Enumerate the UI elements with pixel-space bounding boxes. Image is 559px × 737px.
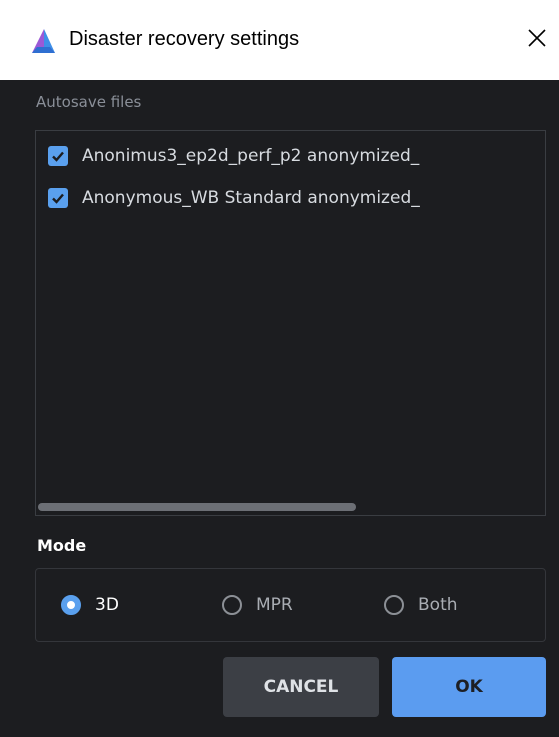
checkmark-icon bbox=[52, 193, 64, 204]
mode-label: Mode bbox=[37, 536, 87, 555]
horizontal-scrollbar[interactable] bbox=[36, 502, 545, 512]
file-checkbox[interactable] bbox=[48, 146, 68, 166]
radio-selected-icon[interactable] bbox=[61, 595, 81, 615]
window-title: Disaster recovery settings bbox=[69, 28, 300, 50]
app-logo-icon bbox=[28, 26, 58, 56]
autosave-file-list[interactable]: Anonimus3_ep2d_perf_p2 anonymized_ Anony… bbox=[35, 130, 546, 516]
mode-radio-group: 3D MPR Both bbox=[35, 568, 546, 642]
mode-option-both[interactable]: Both bbox=[384, 592, 458, 618]
ok-button[interactable]: OK bbox=[392, 657, 546, 717]
file-name: Anonymous_WB Standard anonymized_ bbox=[82, 188, 420, 208]
scrollbar-thumb[interactable] bbox=[38, 503, 356, 511]
radio-unselected-icon[interactable] bbox=[384, 595, 404, 615]
mode-option-3d[interactable]: 3D bbox=[61, 592, 119, 618]
file-list-item[interactable]: Anonymous_WB Standard anonymized_ bbox=[48, 186, 420, 210]
file-name: Anonimus3_ep2d_perf_p2 anonymized_ bbox=[82, 146, 420, 166]
cancel-button[interactable]: CANCEL bbox=[223, 657, 379, 717]
disaster-recovery-dialog: Disaster recovery settings Autosave file… bbox=[0, 0, 559, 737]
checkmark-icon bbox=[52, 151, 64, 162]
file-checkbox[interactable] bbox=[48, 188, 68, 208]
file-list-item[interactable]: Anonimus3_ep2d_perf_p2 anonymized_ bbox=[48, 144, 419, 168]
close-icon bbox=[528, 29, 546, 47]
title-bar: Disaster recovery settings bbox=[0, 0, 559, 80]
autosave-files-label: Autosave files bbox=[36, 93, 142, 111]
mode-option-mpr[interactable]: MPR bbox=[222, 592, 293, 618]
radio-unselected-icon[interactable] bbox=[222, 595, 242, 615]
close-button[interactable] bbox=[517, 18, 557, 58]
mode-option-label: Both bbox=[418, 595, 458, 615]
mode-option-label: 3D bbox=[95, 595, 119, 615]
mode-option-label: MPR bbox=[256, 595, 293, 615]
